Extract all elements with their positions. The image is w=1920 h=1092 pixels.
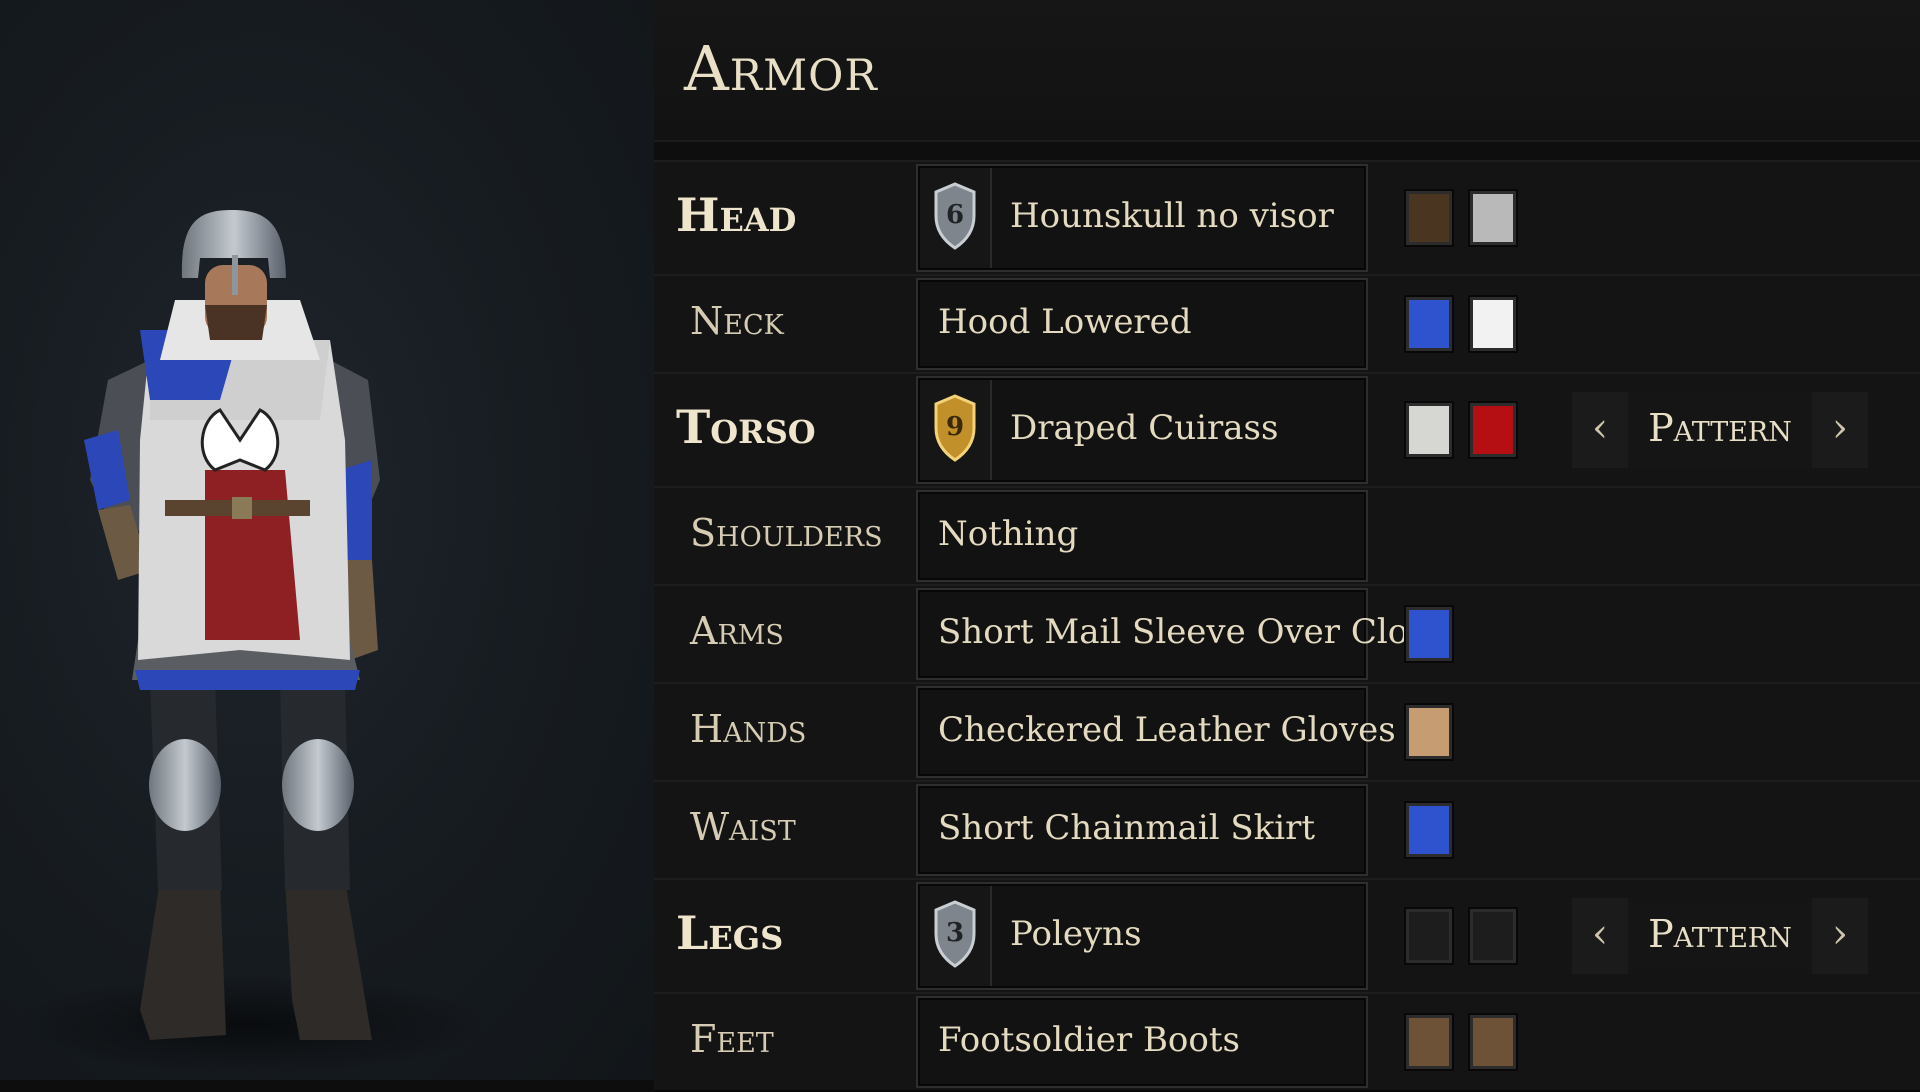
slot-row-neck: Neck Hood Lowered: [654, 274, 1920, 374]
slot-label-torso: Torso: [676, 400, 816, 454]
character-model: [10, 210, 490, 1075]
slot-row-feet: Feet Footsoldier Boots: [654, 992, 1920, 1092]
color-swatch-head-2[interactable]: [1470, 191, 1516, 245]
slot-row-shoulders: Shoulders Nothing: [654, 486, 1920, 586]
color-swatch-torso-1[interactable]: [1406, 403, 1452, 457]
armor-panel: Armor Head 6 Hounskull no visor Neck Hood Lo…: [654, 0, 1920, 1092]
chevron-left-icon[interactable]: ‹: [1572, 898, 1628, 974]
item-select-head[interactable]: 6 Hounskull no visor: [916, 164, 1368, 272]
slot-label-arms: Arms: [690, 609, 784, 653]
slot-row-hands: Hands Checkered Leather Gloves: [654, 682, 1920, 782]
chevron-left-icon[interactable]: ‹: [1572, 392, 1628, 468]
color-swatch-waist-1[interactable]: [1406, 803, 1452, 857]
color-swatch-head-1[interactable]: [1406, 191, 1452, 245]
item-name-neck: Hood Lowered: [938, 302, 1192, 342]
item-select-hands[interactable]: Checkered Leather Gloves: [916, 686, 1396, 778]
slot-label-hands: Hands: [690, 707, 807, 751]
pattern-selector-torso: ‹ Pattern ›: [1572, 392, 1868, 468]
color-swatch-feet-2[interactable]: [1470, 1015, 1516, 1069]
slot-row-legs: Legs 3 Poleyns ‹ Pattern ›: [654, 878, 1920, 994]
item-select-torso[interactable]: 9 Draped Cuirass: [916, 376, 1368, 484]
pattern-label: Pattern: [1648, 406, 1792, 450]
item-name-torso: Draped Cuirass: [1010, 408, 1279, 448]
slot-label-feet: Feet: [690, 1017, 774, 1061]
item-select-feet[interactable]: Footsoldier Boots: [916, 996, 1368, 1088]
slot-label-waist: Waist: [690, 805, 796, 849]
color-swatch-neck-1[interactable]: [1406, 297, 1452, 351]
tier-badge: 6: [920, 168, 992, 268]
tier-badge: 3: [920, 886, 992, 986]
item-name-head: Hounskull no visor: [1010, 196, 1334, 236]
chevron-right-icon[interactable]: ›: [1812, 392, 1868, 468]
color-swatch-torso-2[interactable]: [1470, 403, 1516, 457]
item-name-feet: Footsoldier Boots: [938, 1020, 1240, 1060]
color-swatch-legs-2[interactable]: [1470, 909, 1516, 963]
item-name-hands: Checkered Leather Gloves: [938, 710, 1396, 750]
tier-number: 9: [945, 412, 965, 442]
character-preview[interactable]: [0, 0, 654, 1080]
item-select-arms[interactable]: Short Mail Sleeve Over Cloth: [916, 588, 1444, 680]
tier-number: 3: [945, 918, 965, 948]
color-swatch-hands-1[interactable]: [1406, 705, 1452, 759]
slot-label-neck: Neck: [690, 299, 784, 343]
pattern-label: Pattern: [1648, 912, 1792, 956]
slot-row-waist: Waist Short Chainmail Skirt: [654, 780, 1920, 880]
item-select-waist[interactable]: Short Chainmail Skirt: [916, 784, 1368, 876]
panel-title: Armor: [684, 32, 878, 105]
item-select-legs[interactable]: 3 Poleyns: [916, 882, 1368, 990]
item-select-shoulders[interactable]: Nothing: [916, 490, 1368, 582]
pattern-selector-legs: ‹ Pattern ›: [1572, 898, 1868, 974]
color-swatch-feet-1[interactable]: [1406, 1015, 1452, 1069]
tier-badge: 9: [920, 380, 992, 480]
slot-label-legs: Legs: [676, 906, 784, 960]
color-swatch-arms-1[interactable]: [1406, 607, 1452, 661]
item-name-arms: Short Mail Sleeve Over Cloth: [938, 612, 1444, 652]
slot-label-head: Head: [676, 188, 797, 242]
item-name-legs: Poleyns: [1010, 914, 1142, 954]
slot-row-head: Head 6 Hounskull no visor: [654, 160, 1920, 276]
slot-label-shoulders: Shoulders: [690, 511, 883, 555]
item-name-shoulders: Nothing: [938, 514, 1079, 554]
panel-header: Armor: [654, 0, 1920, 142]
chevron-right-icon[interactable]: ›: [1812, 898, 1868, 974]
item-select-neck[interactable]: Hood Lowered: [916, 278, 1368, 370]
slot-row-torso: Torso 9 Draped Cuirass ‹ Pattern ›: [654, 372, 1920, 488]
slot-row-arms: Arms Short Mail Sleeve Over Cloth: [654, 584, 1920, 684]
color-swatch-neck-2[interactable]: [1470, 297, 1516, 351]
color-swatch-legs-1[interactable]: [1406, 909, 1452, 963]
tier-number: 6: [945, 200, 965, 230]
item-name-waist: Short Chainmail Skirt: [938, 808, 1316, 848]
